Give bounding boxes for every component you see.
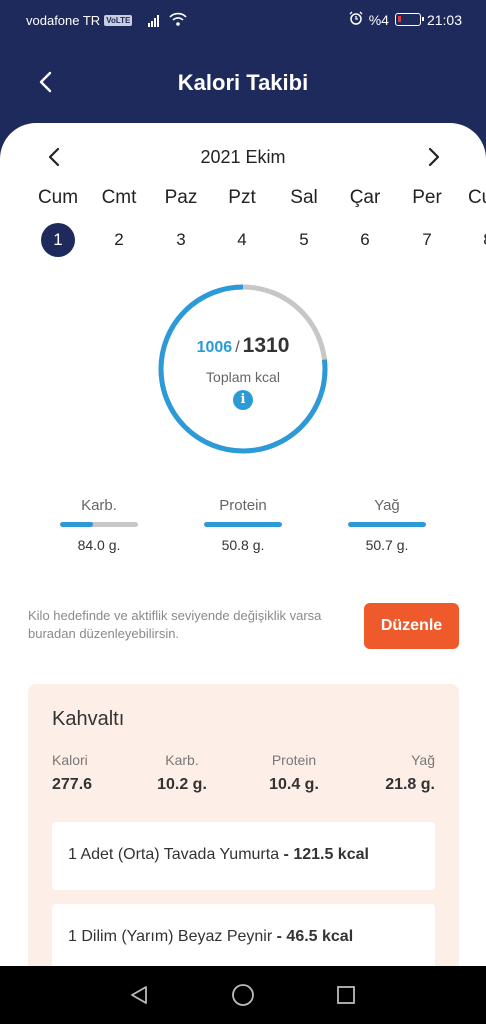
macro-summary: Karb. 84.0 g. Protein 50.8 g. Yağ 50.7 g… (0, 497, 486, 567)
volte-badge: VoLTE (104, 15, 133, 26)
goal-kcal: 1310 (242, 334, 290, 357)
main-card: 2021 Ekim Cum 1 Cmt 2 Paz 3 Pzt 4 Sal 5 … (0, 123, 486, 966)
day-item-8[interactable]: Cum 8 (458, 185, 486, 257)
day-number: 8 (471, 223, 486, 257)
nav-back-button[interactable] (124, 980, 154, 1010)
meal-stat-carb: Karb. 10.2 g. (132, 752, 232, 794)
food-item[interactable]: 1 Dilim (Yarım) Beyaz Peynir - 46.5 kcal (52, 904, 435, 966)
meal-stat-protein: Protein 10.4 g. (244, 752, 344, 794)
food-name: 1 Adet (Orta) Tavada Yumurta (68, 846, 280, 863)
day-number: 4 (237, 230, 247, 249)
meal-stat-value: 10.4 g. (269, 776, 319, 793)
day-name: Pzt (228, 187, 256, 208)
macro-value: 50.8 g. (221, 537, 265, 553)
food-kcal: - 46.5 kcal (276, 928, 354, 945)
macro-bar-fill (60, 522, 93, 527)
square-recents-icon (337, 986, 355, 1004)
month-label: 2021 Ekim (200, 147, 286, 167)
system-nav-bar (0, 966, 486, 1024)
battery-percent: %4 (368, 11, 389, 28)
nav-home-button[interactable] (228, 980, 258, 1010)
meal-card-breakfast: Kahvaltı Kalori 277.6 Karb. 10.2 g. Prot… (28, 684, 459, 966)
food-name: 1 Dilim (Yarım) Beyaz Peynir (68, 928, 273, 945)
macro-fat: Yağ 50.7 g. (332, 497, 442, 553)
day-strip: Cum 1 Cmt 2 Paz 3 Pzt 4 Sal 5 Çar 6 Per … (0, 185, 486, 265)
macro-value: 50.7 g. (365, 537, 409, 553)
next-month-button[interactable] (420, 143, 448, 171)
food-line: 1 Adet (Orta) Tavada Yumurta - 121.5 kca… (68, 846, 369, 864)
day-number: 2 (114, 230, 124, 249)
day-name: Cum (467, 187, 486, 208)
signal-icon (148, 14, 160, 27)
macro-label: Karb. (81, 497, 117, 514)
day-number: 3 (176, 230, 186, 249)
day-number: 5 (299, 230, 309, 249)
battery-icon (394, 13, 424, 26)
day-item-1[interactable]: Cum 1 (28, 185, 88, 257)
day-number: 1 (41, 223, 75, 257)
day-number: 7 (422, 230, 432, 249)
macro-value: 84.0 g. (77, 537, 121, 553)
food-item[interactable]: 1 Adet (Orta) Tavada Yumurta - 121.5 kca… (52, 822, 435, 890)
calorie-ring: 1006/1310 Toplam kcal i (158, 284, 328, 454)
edit-goal-row: Kilo hedefinde ve aktiflik seviyende değ… (0, 601, 486, 651)
day-item-4[interactable]: Pzt 4 (212, 185, 272, 257)
clock: 21:03 (426, 11, 462, 28)
macro-bar-fill (348, 522, 426, 527)
nav-recents-button[interactable] (331, 980, 361, 1010)
carrier-name: vodafone TR (26, 13, 101, 28)
macro-protein: Protein 50.8 g. (188, 497, 298, 553)
macro-bar (60, 522, 138, 527)
meal-title: Kahvaltı (52, 708, 125, 730)
food-line: 1 Dilim (Yarım) Beyaz Peynir - 46.5 kcal (68, 928, 353, 946)
consumed-kcal: 1006 (196, 339, 233, 356)
circle-home-icon (232, 984, 254, 1006)
macro-bar (348, 522, 426, 527)
chevron-right-icon (428, 147, 440, 167)
day-name: Per (412, 187, 442, 208)
day-name: Cum (37, 187, 79, 208)
kcal-separator: / (235, 339, 240, 356)
macro-carb: Karb. 84.0 g. (44, 497, 154, 553)
total-kcal-label: Toplam kcal (206, 369, 280, 385)
day-number: 6 (360, 230, 370, 249)
wifi-icon (169, 12, 187, 29)
food-kcal: - 121.5 kcal (283, 846, 369, 863)
status-bar: vodafone TR VoLTE %4 21:03 (0, 0, 486, 40)
meal-stat-label: Yağ (411, 752, 435, 768)
macro-bar-fill (204, 522, 282, 527)
day-name: Çar (349, 187, 381, 208)
macro-bar (204, 522, 282, 527)
app-header: Kalori Takibi (0, 40, 486, 135)
macro-label: Yağ (374, 497, 400, 514)
day-item-7[interactable]: Per 7 (397, 185, 457, 257)
calorie-values: 1006/1310 (158, 334, 328, 358)
day-item-5[interactable]: Sal 5 (274, 185, 334, 257)
meal-stat-label: Protein (271, 752, 317, 768)
meal-stat-value: 10.2 g. (157, 776, 207, 793)
day-name: Sal (290, 187, 318, 208)
alarm-icon (349, 11, 363, 28)
info-icon[interactable]: i (233, 390, 253, 410)
month-selector: 2021 Ekim (0, 141, 486, 173)
page-title: Kalori Takibi (177, 70, 309, 95)
day-item-2[interactable]: Cmt 2 (89, 185, 149, 257)
meal-stat-label: Karb. (165, 752, 199, 768)
macro-label: Protein (219, 497, 267, 514)
edit-button[interactable]: Düzenle (364, 603, 459, 649)
day-item-6[interactable]: Çar 6 (335, 185, 395, 257)
day-item-3[interactable]: Paz 3 (151, 185, 211, 257)
meal-stat-fat: Yağ 21.8 g. (335, 752, 435, 794)
triangle-back-icon (131, 986, 147, 1004)
day-name: Cmt (101, 187, 137, 208)
meal-stat-value: 21.8 g. (385, 776, 435, 793)
edit-hint-text: Kilo hedefinde ve aktiflik seviyende değ… (28, 608, 322, 641)
day-name: Paz (164, 187, 198, 208)
